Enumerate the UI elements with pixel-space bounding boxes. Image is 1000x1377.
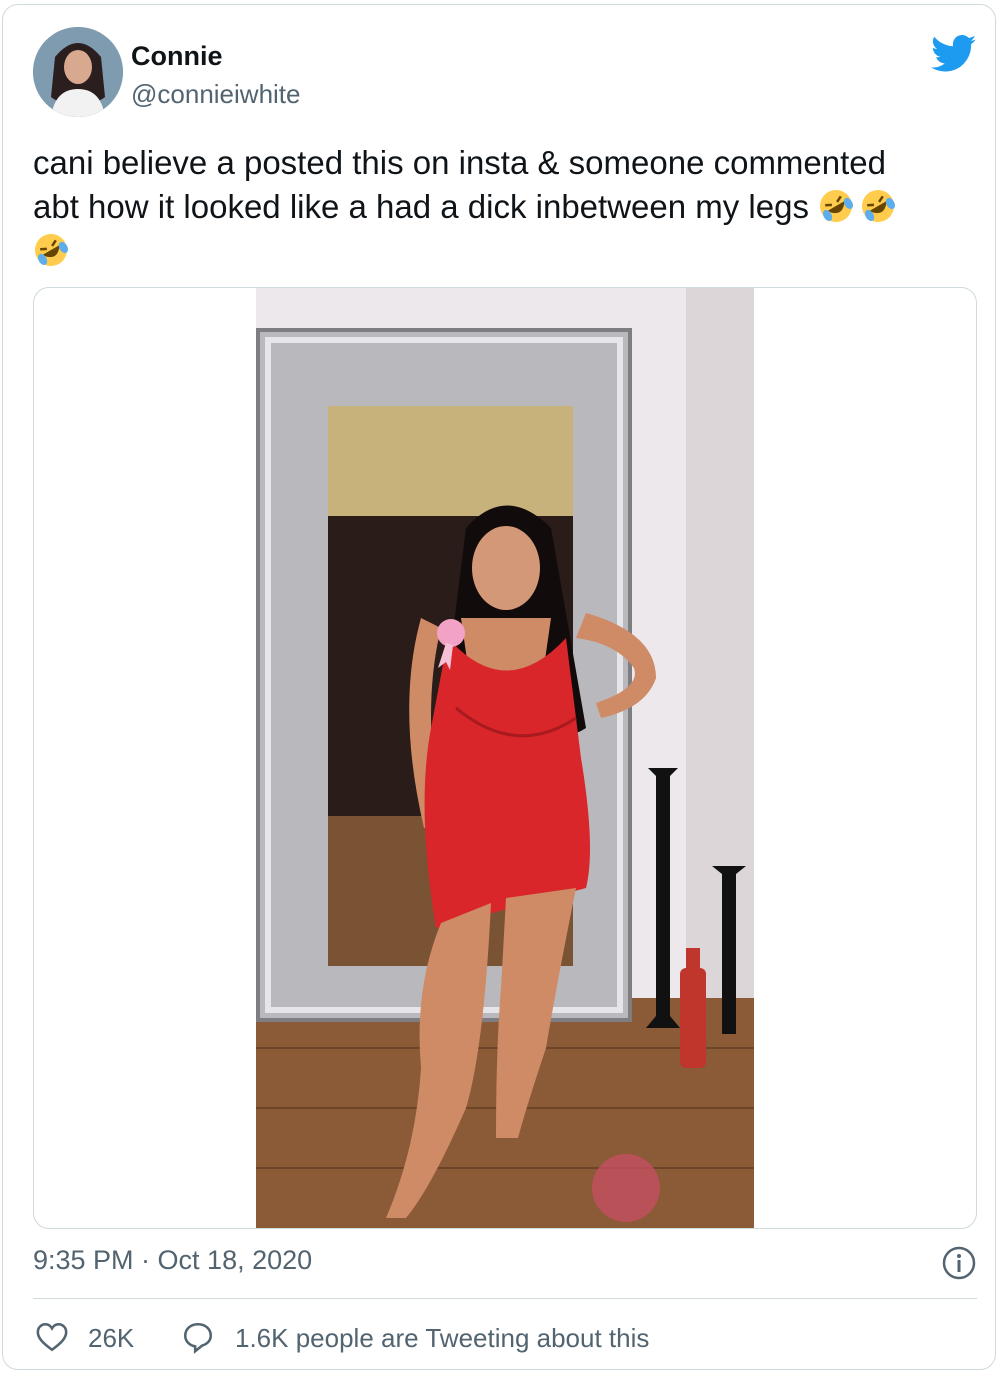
- display-name[interactable]: Connie: [131, 41, 223, 72]
- tweet-text-line2: abt how it looked like a had a dick inbe…: [33, 188, 809, 225]
- divider: [33, 1298, 977, 1299]
- rofl-emoji-icon: [35, 234, 68, 266]
- rofl-emoji-icon: [820, 190, 854, 222]
- tweet-timestamp[interactable]: 9:35 PM · Oct 18, 2020: [33, 1245, 312, 1276]
- tweet-media[interactable]: [33, 287, 977, 1229]
- reply-bubble-icon[interactable]: [181, 1320, 215, 1354]
- tweet-text-line1: cani believe a posted this on insta & so…: [33, 144, 887, 181]
- user-handle[interactable]: @connieiwhite: [131, 79, 300, 110]
- heart-icon[interactable]: [35, 1321, 69, 1353]
- avatar[interactable]: [33, 27, 123, 117]
- tweet-card: Connie @connieiwhite cani believe a post…: [2, 4, 996, 1370]
- rofl-emoji-icon: [862, 190, 896, 222]
- info-icon[interactable]: [941, 1245, 977, 1281]
- tweeting-about-link[interactable]: 1.6K people are Tweeting about this: [235, 1323, 649, 1354]
- tweet-text: cani believe a posted this on insta & so…: [33, 141, 963, 273]
- like-count[interactable]: 26K: [88, 1323, 134, 1354]
- twitter-bird-icon[interactable]: [931, 35, 977, 73]
- tweet-photo[interactable]: [256, 288, 754, 1228]
